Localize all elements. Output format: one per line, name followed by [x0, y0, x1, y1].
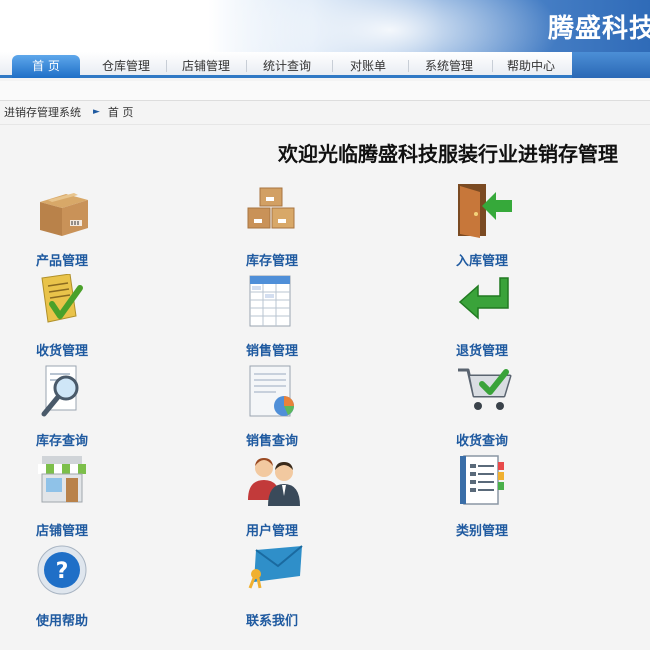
module-returns[interactable]: 退货管理 [456, 274, 566, 360]
module-sales[interactable]: 销售管理 [246, 274, 356, 360]
module-stock[interactable]: 库存管理 [246, 184, 356, 270]
tab-help-center[interactable]: 帮助中心 [500, 55, 562, 78]
tab-shop[interactable]: 店铺管理 [176, 55, 236, 78]
module-label: 使用帮助 [36, 614, 89, 629]
breadcrumb-arrow-icon: ► [93, 107, 100, 117]
product-box-icon [40, 193, 88, 236]
brand-title: 腾盛科技 [548, 14, 650, 44]
tab-statement[interactable]: 对账单 [342, 55, 394, 78]
banner-swoosh [220, 0, 560, 52]
breadcrumb-root[interactable]: 进销存管理系统 [4, 104, 81, 120]
page-title: 欢迎光临腾盛科技服装行业进销存管理 [278, 142, 618, 166]
module-inbound[interactable]: 入库管理 [456, 184, 566, 270]
module-label: 销售查询 [246, 434, 299, 449]
shop-awning-icon [38, 456, 86, 503]
nav-divider [408, 60, 409, 72]
tab-home[interactable]: 首 页 [12, 55, 80, 78]
magnifier-document-icon [41, 365, 79, 417]
tab-warehouse[interactable]: 仓库管理 [96, 55, 156, 78]
nav-divider [332, 60, 333, 72]
sub-toolbar [0, 81, 650, 101]
nav-divider [246, 60, 247, 72]
module-label: 退货管理 [456, 344, 509, 359]
module-shop[interactable]: 店铺管理 [36, 454, 146, 540]
module-sales-query[interactable]: 销售查询 [246, 364, 356, 450]
breadcrumb-current: 首 页 [107, 106, 134, 119]
module-label: 库存查询 [36, 434, 89, 449]
module-label: 类别管理 [456, 524, 509, 539]
module-label: 店铺管理 [36, 524, 89, 539]
return-arrow-icon [458, 277, 509, 320]
breadcrumb-divider [0, 124, 650, 125]
help-question-icon: ? [37, 545, 87, 595]
nav-right-block [572, 52, 650, 78]
module-stock-query[interactable]: 库存查询 [36, 364, 146, 450]
notebook-icon [460, 455, 504, 505]
tab-statistics[interactable]: 统计查询 [256, 55, 318, 78]
stock-boxes-icon [247, 187, 295, 229]
users-icon [248, 458, 300, 506]
tab-system[interactable]: 系统管理 [418, 55, 480, 78]
main-nav: 首 页 仓库管理 店铺管理 统计查询 对账单 系统管理 帮助中心 [0, 52, 650, 78]
door-enter-icon [458, 184, 512, 238]
nav-divider [166, 60, 167, 72]
module-receiving[interactable]: 收货管理 [36, 274, 146, 360]
module-label: 收货管理 [36, 344, 89, 359]
report-chart-icon [249, 365, 294, 417]
module-help[interactable]: ? 使用帮助 [36, 544, 146, 630]
module-label: 用户管理 [246, 524, 299, 539]
module-label: 收货查询 [456, 434, 509, 449]
module-users[interactable]: 用户管理 [246, 454, 356, 540]
module-receiving-query[interactable]: 收货查询 [456, 364, 566, 450]
module-label: 产品管理 [36, 254, 89, 269]
module-category[interactable]: 类别管理 [456, 454, 566, 540]
svg-text:?: ? [56, 559, 69, 584]
module-product[interactable]: 产品管理 [36, 184, 146, 270]
module-contact[interactable]: 联系我们 [246, 544, 356, 630]
module-label: 库存管理 [246, 254, 299, 269]
header-banner: 腾盛科技 [0, 0, 650, 52]
cart-check-icon [458, 368, 512, 410]
module-label: 销售管理 [246, 344, 299, 359]
module-label: 入库管理 [456, 254, 509, 269]
nav-divider [492, 60, 493, 72]
breadcrumb: 进销存管理系统 ► 首 页 [4, 104, 133, 120]
spreadsheet-icon [249, 275, 291, 327]
module-label: 联系我们 [246, 614, 299, 629]
envelope-icon [248, 545, 303, 589]
document-check-icon [41, 274, 83, 323]
